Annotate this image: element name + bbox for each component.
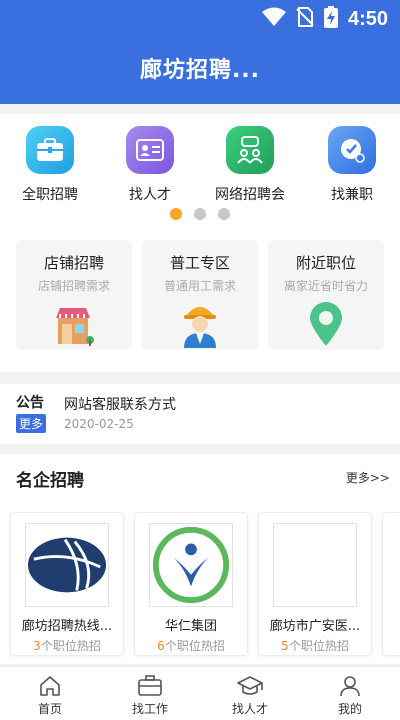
- feature-cards: 店铺招聘 店铺招聘需求 普工专区 普通用工需求 附近职位 离家近省时省力: [16, 240, 384, 350]
- page-title: 廊坊招聘...: [139, 58, 261, 83]
- company-job-count: 6个职位热招: [135, 637, 247, 654]
- feature-card-subtitle: 离家近省时省力: [283, 279, 368, 293]
- company-name: 廊坊招聘热线...: [21, 619, 113, 634]
- carousel-dot[interactable]: [218, 208, 230, 220]
- home-icon: [0, 675, 100, 697]
- more-link[interactable]: 更多>>: [346, 469, 390, 486]
- job-count-suffix: 个职位热招: [288, 639, 349, 653]
- quick-entry-find-talent[interactable]: 找人才: [100, 126, 200, 204]
- notice-bar[interactable]: 公告 更多 网站客服联系方式 2020-02-25: [0, 384, 400, 444]
- id-card-icon: [126, 126, 174, 174]
- status-time: 4:50: [347, 7, 388, 30]
- quick-entry-job-fair[interactable]: 网络招聘会: [200, 126, 300, 204]
- tab-label: 我的: [337, 702, 362, 716]
- company-card[interactable]: 华仁集团 6个职位热招: [134, 512, 248, 656]
- company-logo: [25, 523, 109, 607]
- quick-entry-parttime[interactable]: 找兼职: [302, 126, 400, 204]
- tab-label: 首页: [37, 702, 62, 716]
- tab-find-job[interactable]: 找工作: [100, 667, 200, 720]
- worker-icon: [142, 296, 258, 348]
- bottom-tab-bar: 首页 找工作 找人才 我的: [0, 666, 400, 720]
- company-card[interactable]: 廊坊市广安医... 5个职位热招: [258, 512, 372, 656]
- feature-card-title: 店铺招聘: [43, 254, 104, 272]
- job-count-suffix: 个职位热招: [164, 639, 225, 653]
- feature-card-nearby[interactable]: 附近职位 离家近省时省力: [268, 240, 384, 350]
- graduation-cap-icon: [200, 675, 300, 697]
- notice-more-badge[interactable]: 更多: [16, 414, 47, 433]
- clock-icon: [328, 126, 376, 174]
- tab-home[interactable]: 首页: [0, 667, 100, 720]
- briefcase-icon: [26, 126, 74, 174]
- user-icon: [300, 675, 400, 697]
- company-name: 廊坊市广安医...: [269, 619, 361, 634]
- quick-entry-label: 全职招聘: [22, 187, 78, 203]
- feature-card-worker[interactable]: 普工专区 普通用工需求: [142, 240, 258, 350]
- quick-entry-label: 找兼职: [331, 187, 373, 203]
- notice-label: 公告: [16, 395, 44, 411]
- tab-mine[interactable]: 我的: [300, 667, 400, 720]
- notice-date: 2020-02-25: [64, 417, 134, 431]
- battery-charging-icon: [323, 6, 338, 32]
- notice-title[interactable]: 网站客服联系方式: [64, 394, 176, 414]
- feature-card-title: 普工专区: [169, 254, 230, 272]
- company-logo: [273, 523, 357, 607]
- feature-card-title: 附近职位: [295, 254, 356, 272]
- feature-card-shop[interactable]: 店铺招聘 店铺招聘需求: [16, 240, 132, 350]
- no-sim-icon: [296, 7, 314, 31]
- quick-entries: 全职招聘 找人才 网络招聘会 找兼职: [0, 126, 400, 216]
- company-job-count: 3个职位热招: [11, 637, 123, 654]
- company-job-count: 5个职位热招: [259, 637, 371, 654]
- briefcase-icon: [100, 675, 200, 697]
- job-count-suffix: 个职位热招: [40, 639, 101, 653]
- quick-section: 全职招聘 找人才 网络招聘会 找兼职 店铺招聘 店铺招聘需求 普工专区 普通用工…: [0, 114, 400, 372]
- quick-entry-label: 网络招聘会: [215, 187, 285, 203]
- shop-icon: [16, 296, 132, 348]
- app-header: 4:50 廊坊招聘...: [0, 0, 400, 104]
- company-card-partial[interactable]: [382, 512, 400, 656]
- location-pin-icon: [268, 296, 384, 348]
- tab-find-talent[interactable]: 找人才: [200, 667, 300, 720]
- tab-label: 找人才: [231, 702, 268, 716]
- job-count-number: 6: [157, 639, 165, 653]
- feature-card-subtitle: 店铺招聘需求: [37, 279, 110, 293]
- section-heading: 名企招聘: [16, 471, 84, 491]
- company-name: 华仁集团: [164, 619, 217, 634]
- company-card[interactable]: 廊坊招聘热线... 3个职位热招: [10, 512, 124, 656]
- carousel-dot[interactable]: [170, 208, 182, 220]
- group-chat-icon: [226, 126, 274, 174]
- status-bar: 4:50: [0, 0, 400, 38]
- quick-entry-label: 找人才: [129, 187, 171, 203]
- tab-label: 找工作: [131, 702, 168, 716]
- company-logo: [149, 523, 233, 607]
- feature-card-subtitle: 普通用工需求: [163, 279, 236, 293]
- quick-entry-fulltime[interactable]: 全职招聘: [0, 126, 100, 204]
- carousel-indicator: [0, 208, 400, 220]
- wifi-icon: [261, 7, 286, 31]
- carousel-dot[interactable]: [194, 208, 206, 220]
- job-count-number: 3: [33, 639, 41, 653]
- job-count-number: 5: [281, 639, 289, 653]
- famous-companies-section: 名企招聘 更多>> 廊坊招聘热线... 3个职位热招 华仁集团 6个职位热招 廊…: [0, 454, 400, 664]
